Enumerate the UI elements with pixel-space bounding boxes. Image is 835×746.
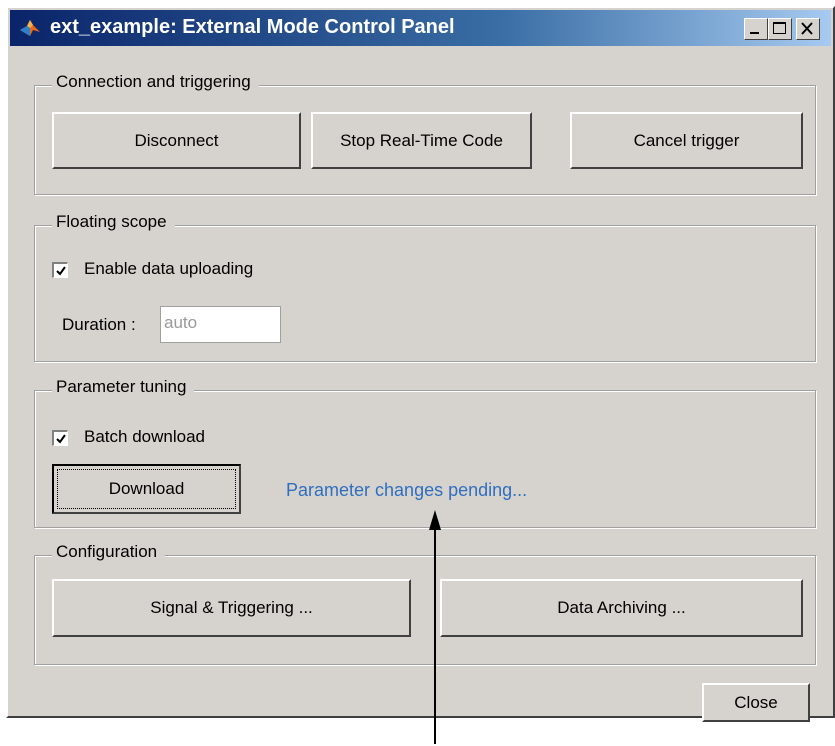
duration-field[interactable]: auto [160, 306, 281, 343]
minimize-icon [750, 32, 759, 34]
batch-download-checkbox[interactable] [52, 430, 68, 446]
parameter-tuning-legend: Parameter tuning [52, 377, 195, 397]
stop-real-time-code-button[interactable]: Stop Real-Time Code [311, 112, 532, 169]
close-button[interactable]: Close [702, 683, 810, 722]
batch-download-label: Batch download [84, 427, 205, 446]
signal-triggering-button[interactable]: Signal & Triggering ... [52, 579, 411, 637]
floating-scope-legend: Floating scope [52, 212, 175, 232]
title-bar[interactable]: ext_example: External Mode Control Panel [10, 10, 831, 46]
data-archiving-button[interactable]: Data Archiving ... [440, 579, 803, 637]
enable-data-uploading-checkbox[interactable] [52, 262, 68, 278]
connection-legend: Connection and triggering [52, 72, 259, 92]
enable-data-uploading-label: Enable data uploading [84, 259, 254, 278]
close-icon [801, 22, 813, 35]
floating-scope-group [34, 225, 816, 362]
parameter-changes-status: Parameter changes pending... [286, 480, 528, 500]
callout-arrow-icon [429, 510, 441, 744]
download-button[interactable]: Download [52, 464, 241, 514]
disconnect-button[interactable]: Disconnect [52, 112, 301, 169]
window-title: ext_example: External Mode Control Panel [50, 16, 455, 38]
maximize-button[interactable] [768, 18, 792, 40]
minimize-button[interactable] [744, 18, 768, 40]
checkmark-icon [56, 266, 66, 276]
close-window-button[interactable] [796, 18, 820, 40]
matlab-logo-icon [20, 20, 40, 36]
maximize-icon [773, 22, 786, 34]
configuration-legend: Configuration [52, 542, 166, 562]
cancel-trigger-button[interactable]: Cancel trigger [570, 112, 803, 169]
checkmark-icon [56, 434, 66, 444]
focus-ring [57, 469, 236, 509]
duration-label: Duration : [62, 315, 136, 334]
